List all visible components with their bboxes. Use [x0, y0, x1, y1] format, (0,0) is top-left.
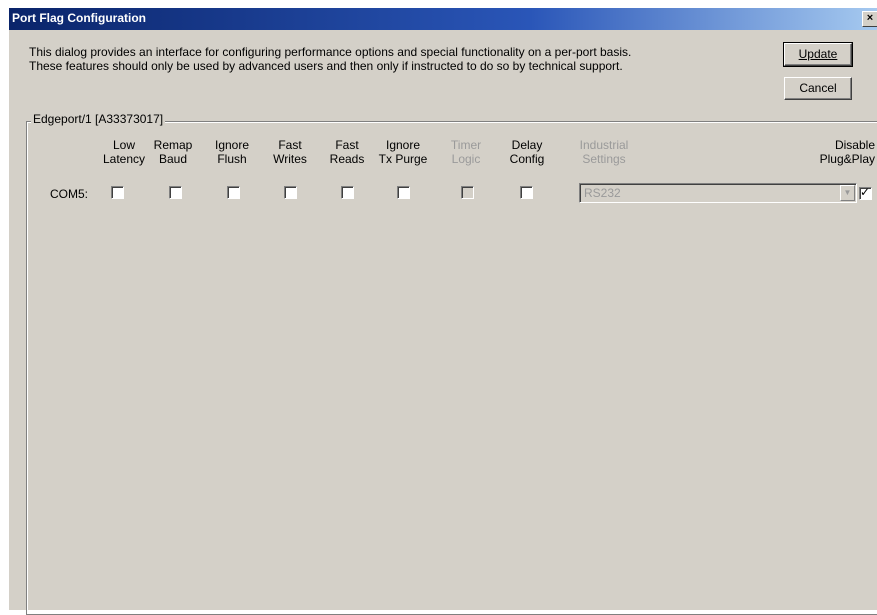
header-low-latency: Low Latency — [102, 138, 146, 166]
ignore-tx-purge-checkbox[interactable] — [397, 186, 410, 199]
header-ignore-tx-purge: Ignore Tx Purge — [378, 138, 428, 166]
chevron-down-icon: ▼ — [840, 185, 855, 201]
disable-plugplay-checkbox[interactable] — [859, 185, 872, 200]
window-title: Port Flag Configuration — [12, 11, 146, 25]
description: This dialog provides an interface for co… — [29, 45, 769, 73]
header-fast-writes: Fast Writes — [273, 138, 307, 166]
title-bar[interactable]: Port Flag Configuration × — [9, 8, 877, 30]
header-fast-reads: Fast Reads — [329, 138, 365, 166]
timer-logic-checkbox — [461, 186, 474, 199]
ignore-flush-checkbox[interactable] — [227, 186, 240, 199]
header-delay-config: Delay Config — [509, 138, 545, 166]
cancel-button[interactable]: Cancel — [784, 77, 852, 100]
description-line-1: This dialog provides an interface for co… — [29, 45, 632, 59]
port-label: COM5: — [50, 187, 89, 201]
low-latency-checkbox[interactable] — [111, 186, 124, 199]
delay-config-checkbox[interactable] — [520, 186, 533, 199]
header-industrial-settings: Industrial Settings — [579, 138, 629, 166]
header-ignore-flush: Ignore Flush — [214, 138, 250, 166]
dialog-window: Port Flag Configuration × This dialog pr… — [8, 7, 877, 615]
fast-reads-checkbox[interactable] — [341, 186, 354, 199]
header-timer-logic: Timer Logic — [450, 138, 482, 166]
update-button-label: Update — [798, 47, 838, 61]
remap-baud-checkbox[interactable] — [169, 186, 182, 199]
header-disable-plugplay: Disable Plug&Play — [819, 138, 875, 166]
industrial-settings-select: RS232 ▼ — [579, 183, 857, 203]
update-button[interactable]: Update — [783, 42, 853, 67]
description-line-2: These features should only be used by ad… — [29, 59, 623, 73]
header-remap-baud: Remap Baud — [153, 138, 193, 166]
group-label: Edgeport/1 [A33373017] — [31, 112, 166, 126]
close-button[interactable]: × — [862, 11, 877, 27]
industrial-settings-value: RS232 — [584, 186, 621, 200]
fast-writes-checkbox[interactable] — [284, 186, 297, 199]
